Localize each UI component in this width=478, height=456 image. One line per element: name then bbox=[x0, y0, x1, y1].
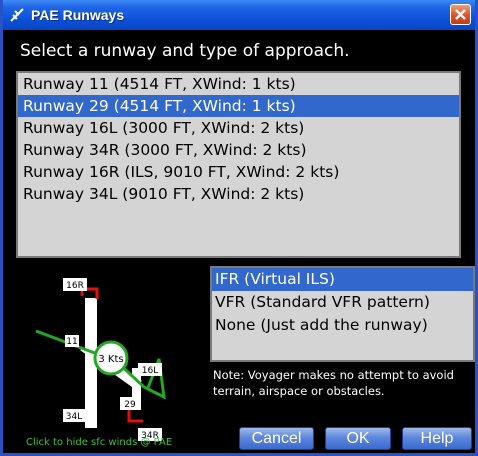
close-button[interactable] bbox=[450, 4, 471, 25]
instruction-text: Select a runway and type of approach. bbox=[20, 41, 350, 61]
approach-item[interactable]: None (Just add the runway) bbox=[212, 314, 473, 337]
runway-item[interactable]: Runway 16R (ILS, 9010 FT, XWind: 2 kts) bbox=[18, 161, 459, 183]
cancel-button[interactable]: Cancel bbox=[239, 427, 314, 450]
label-16r: 16R bbox=[66, 281, 84, 291]
runway-item[interactable]: Runway 11 (4514 FT, XWind: 1 kts) bbox=[18, 73, 459, 95]
runway-item[interactable]: Runway 16L (3000 FT, XWind: 2 kts) bbox=[18, 117, 459, 139]
help-button[interactable]: Help bbox=[402, 427, 472, 450]
ok-button[interactable]: OK bbox=[325, 427, 391, 450]
runways-dialog: PAE Runways Select a runway and type of … bbox=[0, 0, 478, 456]
wind-speed-label: 3 Kts bbox=[98, 354, 123, 365]
runway-list[interactable]: Runway 11 (4514 FT, XWind: 1 kts) Runway… bbox=[16, 71, 461, 258]
airport-wind-map[interactable]: 16R 11 16L 29 34L 34R 3 Kts Click to hid… bbox=[16, 265, 206, 451]
label-34l: 34L bbox=[66, 412, 82, 422]
disclaimer-note: Note: Voyager makes no attempt to avoid … bbox=[213, 368, 454, 398]
runway-item[interactable]: Runway 29 (4514 FT, XWind: 1 kts) bbox=[18, 95, 459, 117]
hide-winds-link[interactable]: Click to hide sfc winds @ PAE bbox=[26, 437, 172, 448]
window-title: PAE Runways bbox=[31, 7, 125, 23]
runway-diagram: 16R 11 16L 29 34L 34R 3 Kts bbox=[35, 278, 166, 441]
runway-item[interactable]: Runway 34R (3000 FT, XWind: 2 kts) bbox=[18, 139, 459, 161]
approach-marker-34r bbox=[127, 410, 143, 423]
title-bar[interactable]: PAE Runways bbox=[3, 0, 475, 30]
runway-item[interactable]: Runway 34L (9010 FT, XWind: 2 kts) bbox=[18, 183, 459, 205]
approach-type-list[interactable]: IFR (Virtual ILS) VFR (Standard VFR patt… bbox=[210, 266, 475, 362]
label-11: 11 bbox=[66, 337, 77, 347]
approach-item[interactable]: VFR (Standard VFR pattern) bbox=[212, 291, 473, 314]
label-16l: 16L bbox=[142, 366, 158, 376]
close-icon bbox=[455, 9, 466, 20]
airplane-icon bbox=[9, 7, 25, 23]
label-29: 29 bbox=[124, 400, 136, 410]
approach-item[interactable]: IFR (Virtual ILS) bbox=[212, 268, 473, 291]
